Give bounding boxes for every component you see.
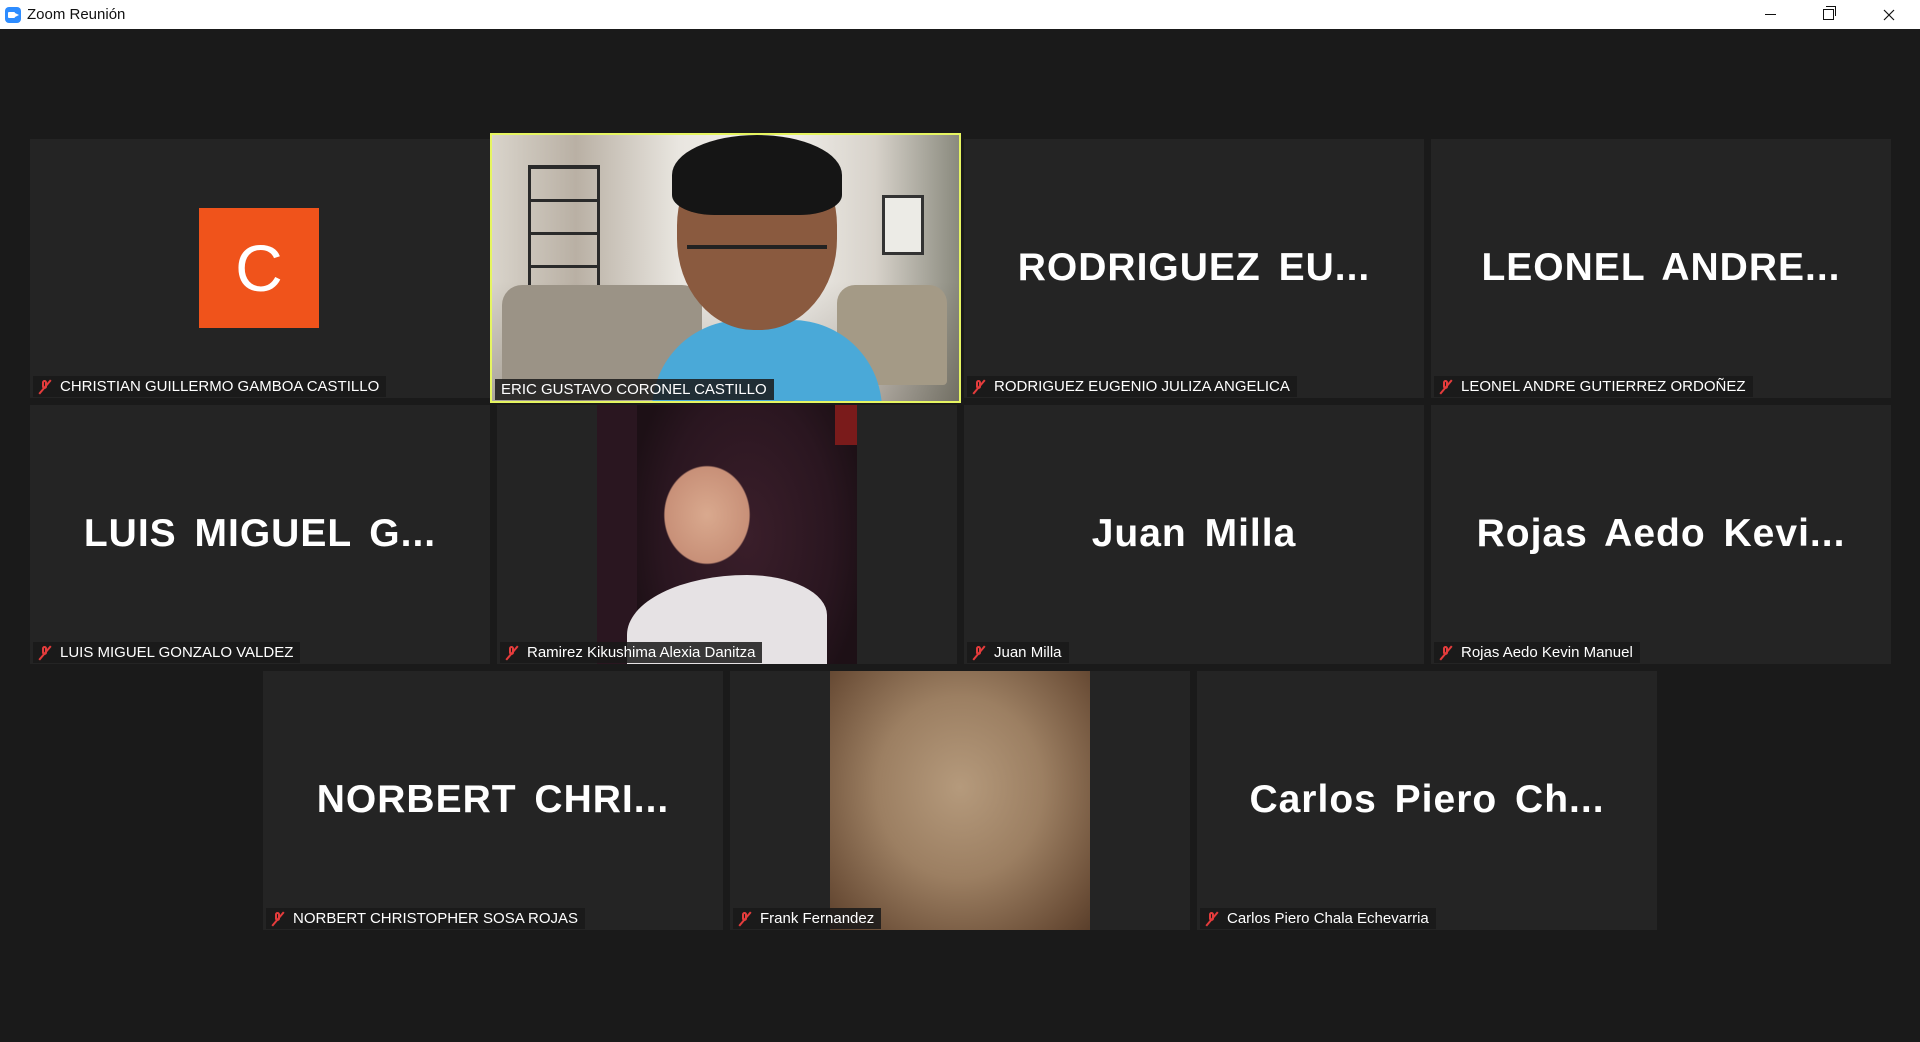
participant-name: ERIC GUSTAVO CORONEL CASTILLO (501, 381, 767, 398)
participant-tile[interactable]: Carlos Piero Ch... Carlos Piero Chala Ec… (1197, 671, 1657, 930)
participant-tile[interactable]: Frank Fernandez (730, 671, 1190, 930)
participant-name-tag: Carlos Piero Chala Echevarria (1200, 908, 1436, 929)
participant-video (492, 135, 959, 401)
participant-name-tag: NORBERT CHRISTOPHER SOSA ROJAS (266, 908, 586, 929)
participant-tile[interactable]: C CHRISTIAN GUILLERMO GAMBOA CASTILLO (30, 139, 490, 398)
participant-name: NORBERT CHRISTOPHER SOSA ROJAS (293, 910, 579, 927)
participant-tile[interactable]: LUIS MIGUEL G... LUIS MIGUEL GONZALO VAL… (30, 405, 490, 664)
participant-name-tag: LEONEL ANDRE GUTIERREZ ORDOÑEZ (1434, 376, 1753, 397)
mic-muted-icon (1204, 911, 1220, 927)
avatar: C (199, 208, 319, 328)
participant-tile[interactable]: RODRIGUEZ EU... RODRIGUEZ EUGENIO JULIZA… (964, 139, 1424, 398)
close-button[interactable] (1857, 0, 1920, 29)
mic-muted-icon (37, 379, 53, 395)
participant-tile-label: Rojas Aedo Kevi... (1476, 512, 1846, 555)
participant-tile-label: NORBERT CHRI... (316, 778, 670, 821)
zoom-camera-icon (5, 7, 21, 23)
participant-name: Ramirez Kikushima Alexia Danitza (527, 644, 756, 661)
mic-muted-icon (971, 379, 987, 395)
participant-tile[interactable]: Ramirez Kikushima Alexia Danitza (497, 405, 957, 664)
mic-muted-icon (37, 645, 53, 661)
mic-muted-icon (971, 645, 987, 661)
participant-name: CHRISTIAN GUILLERMO GAMBOA CASTILLO (60, 378, 380, 395)
participant-tile[interactable]: NORBERT CHRI... NORBERT CHRISTOPHER SOSA… (263, 671, 723, 930)
participant-name: Juan Milla (994, 644, 1062, 661)
minimize-button[interactable] (1741, 0, 1799, 29)
wall-frame-image (882, 195, 924, 255)
participant-tile-label: LUIS MIGUEL G... (83, 512, 437, 555)
participant-name: LEONEL ANDRE GUTIERREZ ORDOÑEZ (1461, 378, 1746, 395)
mic-muted-icon (504, 645, 520, 661)
participant-name-tag: LUIS MIGUEL GONZALO VALDEZ (33, 642, 301, 663)
participant-tile-label: Carlos Piero Ch... (1249, 778, 1605, 821)
window-title: Zoom Reunión (27, 6, 126, 23)
participant-tile[interactable]: LEONEL ANDRE... LEONEL ANDRE GUTIERREZ O… (1431, 139, 1891, 398)
participant-tile[interactable]: Juan Milla Juan Milla (964, 405, 1424, 664)
participant-name-tag: Rojas Aedo Kevin Manuel (1434, 642, 1640, 663)
maximize-button[interactable] (1799, 0, 1857, 29)
gallery-view: C CHRISTIAN GUILLERMO GAMBOA CASTILLO ER… (0, 29, 1920, 1042)
participant-video (830, 671, 1090, 930)
participant-tile-active-speaker[interactable]: ERIC GUSTAVO CORONEL CASTILLO (490, 133, 961, 403)
participant-name-tag: Ramirez Kikushima Alexia Danitza (500, 642, 763, 663)
participant-name-tag: CHRISTIAN GUILLERMO GAMBOA CASTILLO (33, 376, 387, 397)
mic-muted-icon (270, 911, 286, 927)
bookshelf-image (528, 165, 600, 295)
participant-name-tag: Juan Milla (967, 642, 1069, 663)
participant-tile-label: RODRIGUEZ EU... (1017, 246, 1371, 289)
minimize-icon (1764, 14, 1776, 15)
mic-muted-icon (737, 911, 753, 927)
participant-tile-label: Juan Milla (1091, 512, 1297, 555)
background-red-image (835, 405, 857, 445)
mic-muted-icon (1438, 379, 1454, 395)
person-hair-image (672, 135, 842, 215)
restore-icon (1822, 6, 1836, 20)
participant-tile[interactable]: Rojas Aedo Kevi... Rojas Aedo Kevin Manu… (1431, 405, 1891, 664)
glasses-image (687, 245, 827, 271)
participant-name: Frank Fernandez (760, 910, 875, 927)
participant-tile-label: LEONEL ANDRE... (1481, 246, 1841, 289)
participant-name-tag: RODRIGUEZ EUGENIO JULIZA ANGELICA (967, 376, 1297, 397)
participant-name: Carlos Piero Chala Echevarria (1227, 910, 1429, 927)
participant-name-tag: ERIC GUSTAVO CORONEL CASTILLO (495, 379, 774, 400)
participant-name: Rojas Aedo Kevin Manuel (1461, 644, 1633, 661)
participant-video (597, 405, 857, 664)
participant-name: LUIS MIGUEL GONZALO VALDEZ (60, 644, 294, 661)
close-icon (1883, 9, 1894, 20)
participant-name-tag: Frank Fernandez (733, 908, 882, 929)
title-bar: Zoom Reunión (0, 0, 1920, 29)
participant-name: RODRIGUEZ EUGENIO JULIZA ANGELICA (994, 378, 1290, 395)
mic-muted-icon (1438, 645, 1454, 661)
